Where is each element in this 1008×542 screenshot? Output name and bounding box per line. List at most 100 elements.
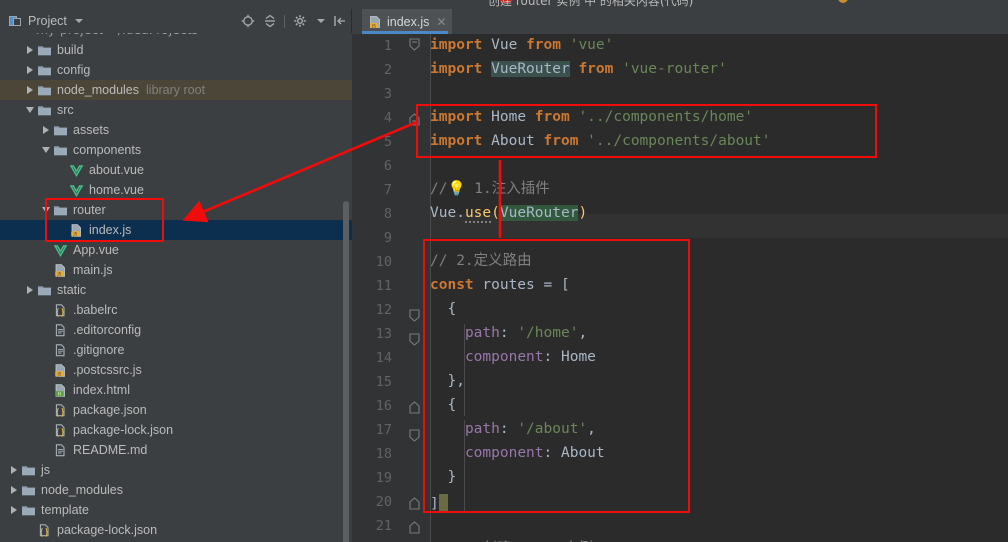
tree-expander[interactable] xyxy=(24,107,36,113)
code-line-5[interactable]: import About from '../components/about' xyxy=(430,134,771,149)
editor-gutter[interactable]: 12345678910111213141516171819202122 xyxy=(352,34,430,542)
vue-icon xyxy=(68,162,84,178)
tree-row-index-js[interactable]: JS index.js xyxy=(0,220,352,240)
code-line-14[interactable]: component: Home xyxy=(430,350,596,365)
text-icon xyxy=(52,322,68,338)
folder-icon xyxy=(36,282,52,298)
tree-row-template[interactable]: template xyxy=(0,500,352,520)
tree-row-src[interactable]: src xyxy=(0,100,352,120)
code-viewport[interactable]: 12345678910111213141516171819202122 xyxy=(352,34,1008,542)
tree-row--postcssrc-js[interactable]: JS .postcssrc.js xyxy=(0,360,352,380)
tree-expander[interactable] xyxy=(8,506,20,514)
tree-expander[interactable] xyxy=(8,486,20,494)
tree-row-package-json[interactable]: package.json xyxy=(0,400,352,420)
folder-icon xyxy=(52,122,68,138)
code-line-2[interactable]: import VueRouter from 'vue-router' xyxy=(430,61,727,77)
tree-row-label: router xyxy=(73,202,106,217)
tree-row-components[interactable]: components xyxy=(0,140,352,160)
expand-arrow-icon[interactable] xyxy=(11,506,17,514)
collapse-arrow-icon[interactable] xyxy=(42,147,50,153)
locate-target-icon[interactable] xyxy=(240,14,255,29)
expand-arrow-icon[interactable] xyxy=(27,46,33,54)
folder-icon xyxy=(52,142,68,158)
tree-expander[interactable] xyxy=(24,46,36,54)
line-number: 20 xyxy=(375,494,392,510)
code-line-11[interactable]: const routes = [ xyxy=(430,278,570,293)
project-icon xyxy=(8,14,23,29)
expand-arrow-icon[interactable] xyxy=(11,486,17,494)
top-strip-text: 创建 router 实例 中 的相关内容(代码) xyxy=(488,0,694,8)
expand-arrow-icon[interactable] xyxy=(27,66,33,74)
tree-row--babelrc[interactable]: .babelrc xyxy=(0,300,352,320)
tree-expander[interactable] xyxy=(24,86,36,94)
tree-row-label: App.vue xyxy=(73,242,119,257)
tree-row-readme-md[interactable]: README.md xyxy=(0,440,352,460)
tree-row-about-vue[interactable]: about.vue xyxy=(0,160,352,180)
expand-arrow-icon[interactable] xyxy=(27,86,33,94)
tree-expander[interactable] xyxy=(24,66,36,74)
folder-icon xyxy=(36,102,52,118)
tree-row-app-vue[interactable]: App.vue xyxy=(0,240,352,260)
expand-arrow-icon[interactable] xyxy=(27,286,33,294)
tree-row-label: about.vue xyxy=(89,162,144,177)
tree-row-label: .editorconfig xyxy=(73,322,142,337)
collapse-all-icon[interactable] xyxy=(262,14,277,29)
tree-row-home-vue[interactable]: home.vue xyxy=(0,180,352,200)
tree-row--gitignore[interactable]: .gitignore xyxy=(0,340,352,360)
tree-expander[interactable] xyxy=(8,466,20,474)
code-line-10[interactable]: // 2.定义路由 xyxy=(430,254,532,269)
tree-row-assets[interactable]: assets xyxy=(0,120,352,140)
tree-row-router[interactable]: router xyxy=(0,200,352,220)
project-panel-header: Project xyxy=(0,9,352,33)
line-number: 16 xyxy=(375,398,392,414)
tree-row--editorconfig[interactable]: .editorconfig xyxy=(0,320,352,340)
tree-row-sublabel: library root xyxy=(146,83,206,97)
code-line-15[interactable]: }, xyxy=(430,374,464,389)
code-line-20[interactable]: ] xyxy=(430,494,448,512)
tree-row-node-modules[interactable]: node_modules xyxy=(0,480,352,500)
tree-row-main-js[interactable]: JS main.js xyxy=(0,260,352,280)
code-line-4[interactable]: import Home from '../components/home' xyxy=(430,110,753,125)
tree-row-node-modules[interactable]: node_modules library root xyxy=(0,80,352,100)
tree-row-config[interactable]: config xyxy=(0,60,352,80)
code-line-1[interactable]: import Vue from 'vue' xyxy=(430,38,613,53)
expand-arrow-icon[interactable] xyxy=(11,466,17,474)
tree-row-label: src xyxy=(57,102,74,117)
tree-row-js[interactable]: js xyxy=(0,460,352,480)
tree-row-build[interactable]: build xyxy=(0,40,352,60)
code-line-19[interactable]: } xyxy=(430,470,456,485)
code-line-8[interactable]: Vue.use(VueRouter) xyxy=(430,205,587,223)
chevron-down-icon[interactable] xyxy=(74,19,83,23)
tree-row-index-html[interactable]: Hindex.html xyxy=(0,380,352,400)
tree-expander[interactable] xyxy=(40,147,52,153)
js-icon: JS xyxy=(52,262,68,278)
collapse-arrow-icon[interactable] xyxy=(26,107,34,113)
project-panel-label: Project xyxy=(28,14,67,28)
close-icon[interactable]: ✕ xyxy=(436,15,446,29)
line-number: 5 xyxy=(383,134,392,150)
settings-gear-icon[interactable] xyxy=(292,14,307,29)
tree-expander[interactable] xyxy=(40,207,52,213)
svg-text:JS: JS xyxy=(56,371,61,376)
code-line-12[interactable]: { xyxy=(430,302,456,317)
gear-chevron-down-icon[interactable] xyxy=(317,19,325,23)
code-line-13[interactable]: path: '/home', xyxy=(430,326,587,341)
tree-row-package-lock-json[interactable]: package-lock.json xyxy=(0,420,352,440)
sidebar-scrollbar[interactable] xyxy=(343,201,349,542)
tree-row-label: assets xyxy=(73,122,110,137)
tree-row-package-lock-json[interactable]: package-lock.json xyxy=(0,520,352,540)
expand-arrow-icon[interactable] xyxy=(43,126,49,134)
collapse-arrow-icon[interactable] xyxy=(42,207,50,213)
code-line-17[interactable]: path: '/about', xyxy=(430,422,596,437)
hide-panel-icon[interactable] xyxy=(332,14,347,29)
line-number: 3 xyxy=(383,86,392,102)
code-line-7[interactable]: //💡 1.注入插件 xyxy=(430,182,550,197)
tree-row-static[interactable]: static xyxy=(0,280,352,300)
code-line-18[interactable]: component: About xyxy=(430,446,605,461)
code-line-16[interactable]: { xyxy=(430,398,456,413)
tree-expander[interactable] xyxy=(40,126,52,134)
tree-expander[interactable] xyxy=(24,286,36,294)
code-lines[interactable]: import Vue from 'vue' import VueRouter fr… xyxy=(430,34,1008,542)
line-number: 19 xyxy=(375,470,392,486)
project-title-group[interactable]: Project xyxy=(0,14,83,29)
